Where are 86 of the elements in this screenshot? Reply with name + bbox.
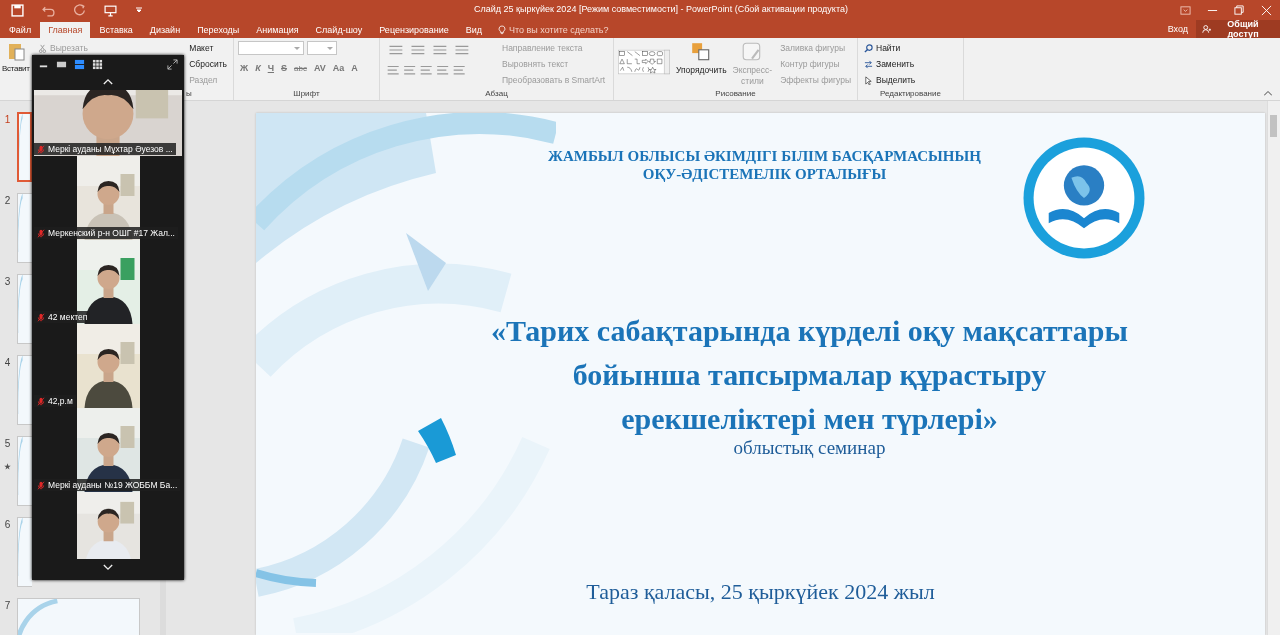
slide-number: 3 <box>4 276 11 287</box>
slide-title: «Тарих сабақтарында күрделі оқу мақсаттары <box>491 313 1128 349</box>
editing-command[interactable]: Выделить <box>862 73 918 87</box>
dropdown-arrow-icon <box>294 47 300 51</box>
save-icon[interactable] <box>11 3 24 17</box>
font-format-button[interactable]: Ж <box>238 61 251 75</box>
font-size-field[interactable] <box>307 41 337 55</box>
tell-me-field[interactable]: Что вы хотите сделать? <box>496 22 632 38</box>
paste-button[interactable]: Вставит <box>2 41 30 99</box>
ribbon-tab[interactable]: Главная <box>40 22 91 38</box>
window-title: Слайд 25 қыркүйек 2024 [Режим совместимости] - PowerPoint (Сбой активации продукта) <box>474 4 848 14</box>
editing-command[interactable]: Найти <box>862 41 918 55</box>
ribbon-tab[interactable]: Вид <box>457 22 491 38</box>
ribbon-tab[interactable]: Вставка <box>91 22 141 38</box>
slide-thumbnail[interactable] <box>17 112 32 182</box>
ribbon-tab[interactable]: Анимация <box>248 22 307 38</box>
redo-icon[interactable] <box>73 3 86 17</box>
slide-command[interactable]: Макет <box>187 41 229 55</box>
fullscreen-icon[interactable] <box>167 58 178 70</box>
participant-name: 42,р.м <box>34 395 76 407</box>
slide-subtitle: облыстық семинар <box>733 437 886 459</box>
font-format-button[interactable]: Aa <box>330 61 347 75</box>
muted-mic-icon <box>37 312 45 322</box>
font-name-field[interactable] <box>238 41 304 55</box>
close-icon[interactable] <box>1261 4 1272 16</box>
font-format-button[interactable]: A <box>349 61 360 75</box>
group-label: Редактирование <box>879 89 942 99</box>
group-label: Абзац <box>484 89 509 99</box>
slide-number: 1 <box>4 114 11 125</box>
slide-number: 2 <box>4 195 11 206</box>
ribbon-tab[interactable]: Рецензирование <box>371 22 457 38</box>
font-format-button[interactable]: К <box>253 61 263 75</box>
participant-name: 42 мектеп <box>34 311 91 323</box>
slide-number: 7 <box>4 600 11 611</box>
dropdown-arrow-icon <box>327 47 333 51</box>
vertical-scrollbar[interactable] <box>1267 101 1280 635</box>
organization-heading: ЖАМБЫЛ ОБЛЫСЫ ӘКІМДІГІ БІЛІМ БАСҚАРМАСЫНЫҢ <box>548 147 981 165</box>
group-label: Рисование <box>714 89 757 99</box>
slide-title: ерекшеліктері мен түрлері» <box>621 401 998 437</box>
arrange-button[interactable]: Упорядочить <box>676 41 727 89</box>
ribbon-tab[interactable]: Переходы <box>189 22 248 38</box>
customize-icon[interactable] <box>135 6 143 14</box>
ribbon-tab[interactable]: Файл <box>1 22 40 38</box>
gallery-view-icon[interactable] <box>92 58 103 70</box>
participant-name: Меркі ауданы №19 ЖОББМ Ба... <box>34 479 180 491</box>
scroll-down-icon[interactable] <box>103 564 113 571</box>
font-format-button[interactable]: S <box>279 61 290 75</box>
slide-title: бойынша тапсырмалар құрастыру <box>572 357 1047 393</box>
slide-thumbnail[interactable] <box>17 274 32 344</box>
muted-mic-icon <box>37 228 45 238</box>
ribbon-display-icon[interactable] <box>1180 4 1191 16</box>
slide-thumbnail[interactable] <box>17 193 32 263</box>
presentation-icon[interactable] <box>104 3 117 17</box>
font-format-button[interactable]: abc <box>292 61 309 75</box>
slide-command[interactable]: Сбросить <box>187 57 229 71</box>
collapse-ribbon-icon[interactable] <box>1264 91 1272 96</box>
ribbon-tab[interactable]: Слайд-шоу <box>307 22 371 38</box>
add-person-icon <box>1202 24 1211 34</box>
clipboard-icon <box>6 41 26 61</box>
slide-footer: Тараз қаласы, 25 қыркүйек 2024 жыл <box>586 579 935 605</box>
slide-number: 6 <box>4 519 11 530</box>
scissors-icon <box>38 43 47 53</box>
scroll-up-icon[interactable] <box>103 78 113 85</box>
cursor-icon <box>864 75 873 85</box>
lightbulb-icon <box>498 25 507 35</box>
search-icon <box>864 43 873 53</box>
editing-command[interactable]: Заменить <box>862 57 918 71</box>
slide-thumbnail[interactable] <box>17 517 32 587</box>
replace-icon <box>864 59 873 69</box>
quick-styles-button[interactable]: Экспресс- стили <box>732 41 773 89</box>
slide-thumbnail[interactable] <box>17 436 32 506</box>
restore-icon[interactable] <box>1234 4 1245 16</box>
strip-view-icon[interactable] <box>74 58 85 70</box>
font-format-button[interactable]: AV <box>311 61 328 75</box>
group-label: ы <box>186 89 192 99</box>
participant-name: Меркенский р-н ОШГ #17 Жал... <box>34 227 178 239</box>
slide-thumbnail[interactable] <box>17 355 32 425</box>
ribbon-tab[interactable]: Дизайн <box>141 22 189 38</box>
organization-heading: ОҚУ-ӘДІСТЕМЕЛІК ОРТАЛЫҒЫ <box>642 165 887 183</box>
muted-mic-icon <box>37 480 45 490</box>
group-label: Шрифт <box>292 89 321 99</box>
slide-number: 5 <box>4 438 11 449</box>
muted-mic-icon <box>37 396 45 406</box>
sign-in-link[interactable]: Вход <box>1159 20 1196 38</box>
slide-number: 4 <box>4 357 11 368</box>
font-format-button[interactable]: Ч <box>265 61 276 75</box>
